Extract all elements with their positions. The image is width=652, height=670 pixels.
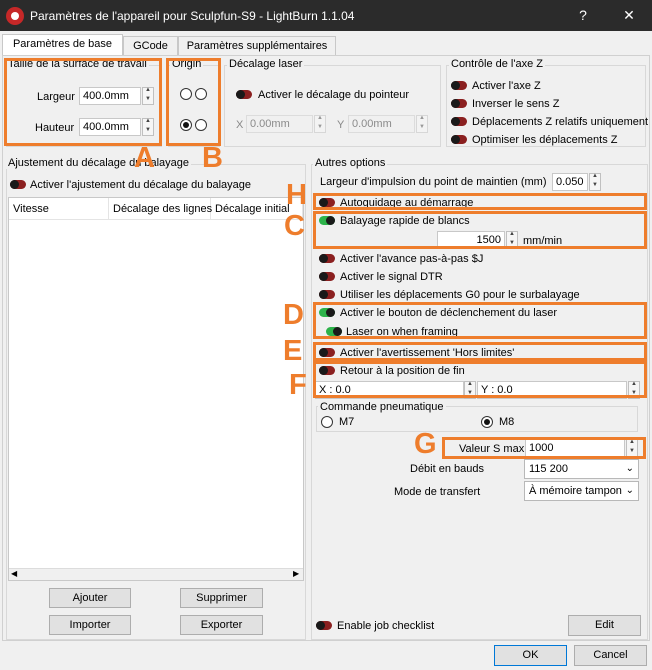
callout-h: H — [286, 179, 307, 211]
callout-d: D — [283, 299, 304, 331]
air-m7-label: M7 — [339, 416, 355, 428]
jog-toggle[interactable] — [319, 254, 335, 263]
tab-additional-settings[interactable]: Paramètres supplémentaires — [178, 36, 336, 55]
window-title: Paramètres de l'appareil pour Sculpfun-S… — [30, 9, 355, 23]
dtr-toggle[interactable] — [319, 272, 335, 281]
highlight-box-a — [4, 58, 162, 146]
jog-label: Activer l'avance pas-à-pas $J — [340, 253, 484, 265]
transfer-mode-select[interactable]: À mémoire tampon ⌄ — [524, 481, 639, 501]
import-button[interactable]: Importer — [49, 615, 131, 635]
highlight-box-e — [313, 342, 647, 361]
highlight-box-c — [313, 211, 647, 249]
add-button[interactable]: Ajouter — [49, 588, 131, 608]
edit-button[interactable]: Edit — [568, 615, 641, 636]
chevron-down-icon: ⌄ — [625, 463, 634, 474]
highlight-box-f — [313, 361, 647, 398]
scan-offset-label: Activer l'ajustement du décalage du bala… — [30, 179, 252, 191]
highlight-box-b — [166, 58, 221, 146]
g0-overscan-toggle[interactable] — [319, 290, 335, 299]
pointer-offset-toggle[interactable] — [236, 90, 252, 99]
offset-x-label: X — [236, 119, 244, 131]
lightburn-logo-icon — [6, 7, 24, 25]
remove-button[interactable]: Supprimer — [180, 588, 263, 608]
column-header-line-offset[interactable]: Décalage des lignes — [109, 198, 212, 220]
baud-rate-value: 115 200 — [529, 463, 568, 475]
invert-z-toggle[interactable] — [451, 99, 467, 108]
cancel-button[interactable]: Cancel — [574, 645, 647, 666]
job-checklist-label: Enable job checklist — [337, 620, 435, 632]
scroll-right-icon[interactable]: ▶ — [293, 569, 299, 578]
invert-z-label: Inverser le sens Z — [472, 98, 560, 110]
callout-c: C — [284, 210, 305, 242]
offset-x-input[interactable]: 0.00mm — [246, 115, 313, 133]
column-header-speed[interactable]: Vitesse — [9, 198, 109, 220]
enable-z-label: Activer l'axe Z — [472, 80, 541, 92]
callout-b: B — [202, 142, 223, 174]
air-m8-radio[interactable] — [481, 416, 493, 428]
offset-y-label: Y — [337, 119, 345, 131]
scan-offset-title: Ajustement du décalage du balayage — [6, 157, 192, 169]
close-button[interactable]: ✕ — [606, 0, 652, 31]
g0-overscan-label: Utiliser les déplacements G0 pour le sur… — [340, 289, 580, 301]
offset-x-spinner[interactable] — [314, 115, 326, 133]
pointer-offset-label: Activer le décalage du pointeur — [258, 89, 410, 101]
help-button[interactable]: ? — [560, 0, 606, 31]
air-assist-title: Commande pneumatique — [318, 401, 446, 413]
transfer-mode-label: Mode de transfert — [394, 486, 481, 498]
dot-width-label: Largeur d'impulsion du point de maintien… — [320, 176, 547, 188]
highlight-box-d — [313, 302, 647, 339]
chevron-down-icon: ⌄ — [625, 485, 634, 496]
callout-a: A — [134, 142, 155, 174]
highlight-box-g — [442, 437, 646, 459]
relative-z-toggle[interactable] — [451, 117, 467, 126]
ok-button[interactable]: OK — [494, 645, 567, 666]
horizontal-scrollbar[interactable]: ◀ ▶ — [9, 568, 303, 580]
offset-y-input[interactable]: 0.00mm — [348, 115, 415, 133]
tab-gcode[interactable]: GCode — [123, 36, 178, 55]
dot-width-spinner[interactable] — [589, 173, 601, 191]
z-axis-title: Contrôle de l'axe Z — [449, 58, 545, 70]
scan-offset-table[interactable]: Vitesse Décalage des lignes Décalage ini… — [8, 197, 304, 581]
relative-z-label: Déplacements Z relatifs uniquement — [472, 116, 649, 128]
other-options-title: Autres options — [313, 157, 388, 169]
dtr-label: Activer le signal DTR — [340, 271, 443, 283]
air-m8-label: M8 — [499, 416, 515, 428]
dot-width-input[interactable]: 0.050 — [552, 173, 588, 191]
job-checklist-toggle[interactable] — [316, 621, 332, 630]
scan-offset-toggle[interactable] — [10, 180, 26, 189]
baud-rate-select[interactable]: 115 200 ⌄ — [524, 459, 639, 479]
scroll-left-icon[interactable]: ◀ — [11, 569, 17, 578]
callout-e: E — [283, 335, 303, 367]
baud-rate-label: Débit en bauds — [410, 463, 484, 475]
enable-z-toggle[interactable] — [451, 81, 467, 90]
laser-offset-title: Décalage laser — [227, 58, 305, 70]
highlight-box-h — [313, 193, 647, 210]
offset-y-spinner[interactable] — [416, 115, 428, 133]
laser-offset-group — [224, 65, 441, 147]
callout-f: F — [289, 369, 307, 401]
export-button[interactable]: Exporter — [180, 615, 263, 635]
optimize-z-label: Optimiser les déplacements Z — [472, 134, 618, 146]
tab-basic-settings[interactable]: Paramètres de base — [2, 34, 123, 56]
optimize-z-toggle[interactable] — [451, 135, 467, 144]
transfer-mode-value: À mémoire tampon — [529, 485, 622, 497]
callout-g: G — [414, 428, 437, 460]
air-m7-radio[interactable] — [321, 416, 333, 428]
title-bar: Paramètres de l'appareil pour Sculpfun-S… — [0, 0, 652, 31]
